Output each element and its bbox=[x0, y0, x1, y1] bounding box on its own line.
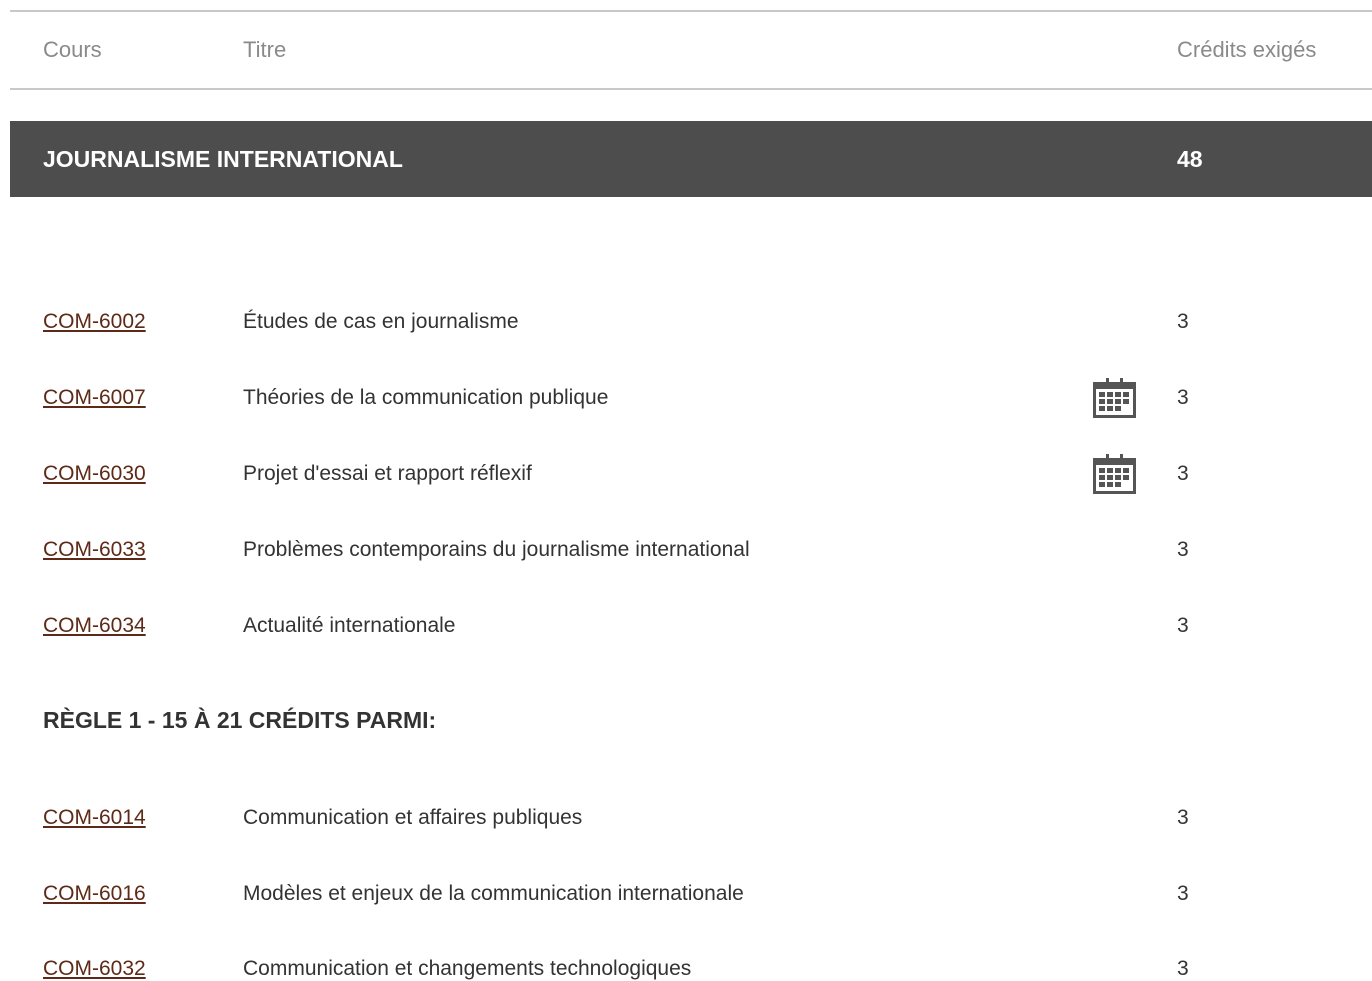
course-credits: 3 bbox=[1177, 957, 1189, 980]
course-row: COM-6016 Modèles et enjeux de la communi… bbox=[0, 874, 1372, 914]
course-title: Études de cas en journalisme bbox=[243, 310, 519, 333]
course-code-link[interactable]: COM-6016 bbox=[43, 882, 146, 906]
course-row: COM-6033 Problèmes contemporains du jour… bbox=[0, 530, 1372, 570]
course-row: COM-6034 Actualité internationale 3 bbox=[0, 606, 1372, 646]
course-credits: 3 bbox=[1177, 538, 1189, 561]
column-header-title: Titre bbox=[243, 37, 287, 62]
course-row: COM-6014 Communication et affaires publi… bbox=[0, 798, 1372, 838]
section-title: JOURNALISME INTERNATIONAL bbox=[43, 146, 403, 172]
course-title: Projet d'essai et rapport réflexif bbox=[243, 462, 532, 485]
course-title: Communication et changements technologiq… bbox=[243, 957, 692, 980]
course-row: COM-6002 Études de cas en journalisme 3 bbox=[0, 302, 1372, 342]
course-code-link[interactable]: COM-6033 bbox=[43, 538, 146, 562]
course-row: COM-6030 Projet d'essai et rapport réfle… bbox=[0, 454, 1372, 494]
course-credits: 3 bbox=[1177, 462, 1189, 485]
course-credits: 3 bbox=[1177, 806, 1189, 829]
course-title: Problèmes contemporains du journalisme i… bbox=[243, 538, 750, 561]
course-credits: 3 bbox=[1177, 386, 1189, 409]
course-title: Modèles et enjeux de la communication in… bbox=[243, 882, 744, 905]
calendar-icon[interactable] bbox=[1093, 454, 1136, 494]
section-header-bar: JOURNALISME INTERNATIONAL 48 bbox=[10, 121, 1372, 197]
course-title: Actualité internationale bbox=[243, 614, 456, 637]
course-row: COM-6007 Théories de la communication pu… bbox=[0, 378, 1372, 418]
header-top-divider bbox=[10, 10, 1372, 12]
course-row: COM-6032 Communication et changements te… bbox=[0, 941, 1372, 981]
calendar-icon[interactable] bbox=[1093, 378, 1136, 418]
course-code-link[interactable]: COM-6034 bbox=[43, 614, 146, 638]
section-credits: 48 bbox=[1177, 146, 1203, 172]
course-credits: 3 bbox=[1177, 614, 1189, 637]
course-code-link[interactable]: COM-6014 bbox=[43, 806, 146, 830]
course-code-link[interactable]: COM-6032 bbox=[43, 957, 146, 981]
course-credits: 3 bbox=[1177, 882, 1189, 905]
course-credits: 3 bbox=[1177, 310, 1189, 333]
course-code-link[interactable]: COM-6007 bbox=[43, 386, 146, 410]
course-title: Théories de la communication publique bbox=[243, 386, 609, 409]
course-code-link[interactable]: COM-6030 bbox=[43, 462, 146, 486]
course-title: Communication et affaires publiques bbox=[243, 806, 583, 829]
column-header-credits: Crédits exigés bbox=[1177, 37, 1317, 62]
header-bottom-divider bbox=[10, 88, 1372, 90]
rule-heading: RÈGLE 1 - 15 À 21 CRÉDITS PARMI: bbox=[43, 707, 437, 733]
course-code-link[interactable]: COM-6002 bbox=[43, 310, 146, 334]
column-header-course: Cours bbox=[43, 37, 102, 62]
